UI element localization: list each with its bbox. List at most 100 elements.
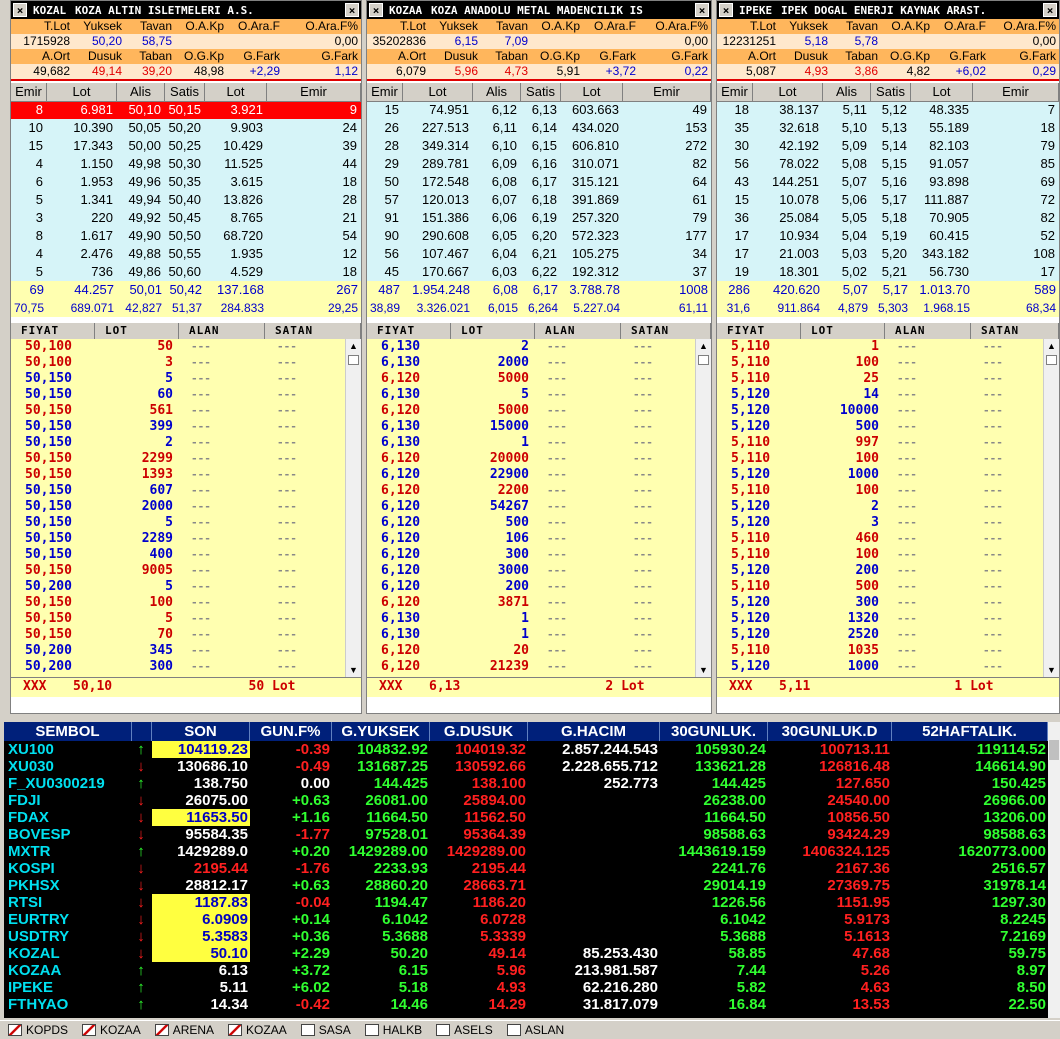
market-symbol[interactable]: FTHYAO: [4, 996, 132, 1013]
orderbook-column-header[interactable]: Lot: [911, 83, 973, 102]
orderbook-column-header[interactable]: Satis: [521, 83, 561, 102]
market-row[interactable]: EURTRY ↓ 6.0909 +0.14 6.1042 6.0728 6.1042 5.91…: [4, 911, 1048, 928]
trades-scrollbar[interactable]: ▲ ▼: [1043, 339, 1059, 677]
orderbook-row[interactable]: 8 6.981 50,10 50,15 3.921 9: [11, 101, 361, 119]
orderbook-row[interactable]: 57 120.013 6,07 6,18 391.869 61: [367, 191, 711, 209]
market-symbol[interactable]: F_XU0300219: [4, 775, 132, 792]
orderbook-row[interactable]: 90 290.608 6,05 6,20 572.323 177: [367, 227, 711, 245]
scroll-up-icon[interactable]: ▲: [346, 339, 361, 353]
market-symbol[interactable]: KOZAA: [4, 962, 132, 979]
close-icon[interactable]: ×: [695, 3, 709, 17]
market-row[interactable]: KOZAA ↑ 6.13 +3.72 6.15 5.96 213.981.587 7.44 5.…: [4, 962, 1048, 979]
market-symbol[interactable]: XU030: [4, 758, 132, 775]
close-icon[interactable]: ×: [719, 3, 733, 17]
orderbook-row[interactable]: 18 38.137 5,11 5,12 48.335 7: [717, 101, 1059, 119]
market-row[interactable]: XU030 ↓ 130686.10 -0.49 131687.25 130592.66 2.…: [4, 758, 1048, 775]
market-symbol[interactable]: MXTR: [4, 843, 132, 860]
orderbook-column-header[interactable]: Emir: [623, 83, 711, 102]
close-icon[interactable]: ×: [345, 3, 359, 17]
orderbook-column-header[interactable]: Alis: [823, 83, 871, 102]
orderbook-row[interactable]: 4 1.150 49,98 50,30 11.525 44: [11, 155, 361, 173]
trades-scrollbar[interactable]: ▲ ▼: [345, 339, 361, 677]
orderbook-row[interactable]: 45 170.667 6,03 6,22 192.312 37: [367, 263, 711, 281]
close-icon[interactable]: ×: [13, 3, 27, 17]
market-row[interactable]: FDJI ↓ 26075.00 +0.63 26081.00 25894.00 26238.…: [4, 792, 1048, 809]
trades-column-header[interactable]: LOT: [451, 323, 535, 339]
orderbook-row[interactable]: 10 10.390 50,05 50,20 9.903 24: [11, 119, 361, 137]
orderbook-column-header[interactable]: Alis: [117, 83, 165, 102]
trades-column-header[interactable]: FIYAT: [11, 323, 95, 339]
trades-column-header[interactable]: ALAN: [535, 323, 621, 339]
orderbook-row[interactable]: 26 227.513 6,11 6,14 434.020 153: [367, 119, 711, 137]
taskbar-tab[interactable]: ASELS: [436, 1023, 499, 1037]
market-symbol[interactable]: EURTRY: [4, 911, 132, 928]
orderbook-row[interactable]: 56 107.467 6,04 6,21 105.275 34: [367, 245, 711, 263]
market-symbol[interactable]: RTSI: [4, 894, 132, 911]
market-row[interactable]: KOSPI ↓ 2195.44 -1.76 2233.93 2195.44 2241.76 2…: [4, 860, 1048, 877]
orderbook-row[interactable]: 30 42.192 5,09 5,14 82.103 79: [717, 137, 1059, 155]
trades-scrollbar[interactable]: ▲ ▼: [695, 339, 711, 677]
scroll-up-icon[interactable]: ▲: [696, 339, 711, 353]
orderbook-row[interactable]: 6 1.953 49,96 50,35 3.615 18: [11, 173, 361, 191]
market-column-header[interactable]: 30GUNLUK.: [660, 722, 768, 741]
market-row[interactable]: XU100 ↑ 104119.23 -0.39 104832.92 104019.32 2.…: [4, 741, 1048, 758]
orderbook-row[interactable]: 36 25.084 5,05 5,18 70.905 82: [717, 209, 1059, 227]
market-row[interactable]: PKHSX ↓ 28812.17 +0.63 28860.20 28663.71 29014…: [4, 877, 1048, 894]
market-column-header[interactable]: SEMBOL: [4, 722, 132, 741]
market-symbol[interactable]: KOZAL: [4, 945, 132, 962]
trades-column-header[interactable]: SATAN: [621, 323, 711, 339]
orderbook-column-header[interactable]: Lot: [753, 83, 823, 102]
orderbook-row[interactable]: 35 32.618 5,10 5,13 55.189 18: [717, 119, 1059, 137]
trades-column-header[interactable]: SATAN: [265, 323, 361, 339]
taskbar-tab[interactable]: SASA: [300, 1023, 357, 1037]
close-icon[interactable]: ×: [1043, 3, 1057, 17]
scroll-down-icon[interactable]: ▼: [696, 663, 711, 677]
trades-column-header[interactable]: SATAN: [971, 323, 1059, 339]
market-column-header[interactable]: G.DUSUK: [430, 722, 528, 741]
orderbook-column-header[interactable]: Satis: [871, 83, 911, 102]
orderbook-row[interactable]: 15 10.078 5,06 5,17 111.887 72: [717, 191, 1059, 209]
scroll-up-icon[interactable]: ▲: [1044, 339, 1059, 353]
market-row[interactable]: RTSI ↓ 1187.83 -0.04 1194.47 1186.20 1226.56 11…: [4, 894, 1048, 911]
scroll-down-icon[interactable]: ▼: [346, 663, 361, 677]
orderbook-row[interactable]: 8 1.617 49,90 50,50 68.720 54: [11, 227, 361, 245]
orderbook-row[interactable]: 5 1.341 49,94 50,40 13.826 28: [11, 191, 361, 209]
taskbar-tab[interactable]: HALKB: [364, 1023, 428, 1037]
orderbook-row[interactable]: 17 10.934 5,04 5,19 60.415 52: [717, 227, 1059, 245]
orderbook-column-header[interactable]: Emir: [267, 83, 361, 102]
orderbook-row[interactable]: 15 17.343 50,00 50,25 10.429 39: [11, 137, 361, 155]
market-row[interactable]: F_XU0300219 ↑ 138.750 0.00 144.425 138.100 252…: [4, 775, 1048, 792]
market-symbol[interactable]: XU100: [4, 741, 132, 758]
orderbook-row[interactable]: 50 172.548 6,08 6,17 315.121 64: [367, 173, 711, 191]
market-column-header[interactable]: 52HAFTALIK.: [892, 722, 1048, 741]
taskbar-tab[interactable]: KOPDS: [8, 1023, 74, 1037]
orderbook-row[interactable]: 19 18.301 5,02 5,21 56.730 17: [717, 263, 1059, 281]
scroll-thumb[interactable]: [698, 355, 709, 365]
orderbook-column-header[interactable]: Emir: [973, 83, 1059, 102]
orderbook-column-header[interactable]: Lot: [561, 83, 623, 102]
orderbook-column-header[interactable]: Alis: [473, 83, 521, 102]
market-symbol[interactable]: PKHSX: [4, 877, 132, 894]
orderbook-column-header[interactable]: Satis: [165, 83, 205, 102]
market-symbol[interactable]: KOSPI: [4, 860, 132, 877]
scroll-thumb[interactable]: [1046, 355, 1057, 365]
market-row[interactable]: FDAX ↓ 11653.50 +1.16 11664.50 11562.50 11664.…: [4, 809, 1048, 826]
market-symbol[interactable]: IPEKE: [4, 979, 132, 996]
trades-column-header[interactable]: LOT: [801, 323, 885, 339]
market-scrollbar[interactable]: [1048, 722, 1060, 1018]
market-row[interactable]: MXTR ↑ 1429289.0 +0.20 1429289.00 1429289.00 1…: [4, 843, 1048, 860]
taskbar-tab[interactable]: ASLAN: [506, 1023, 570, 1037]
market-column-header[interactable]: [132, 722, 152, 741]
close-icon[interactable]: ×: [369, 3, 383, 17]
orderbook-row[interactable]: 5 736 49,86 50,60 4.529 18: [11, 263, 361, 281]
market-column-header[interactable]: SON: [152, 722, 250, 741]
scroll-thumb[interactable]: [348, 355, 359, 365]
market-column-header[interactable]: G.YUKSEK: [332, 722, 430, 741]
taskbar-tab[interactable]: ARENA: [154, 1023, 220, 1037]
orderbook-row[interactable]: 4 2.476 49,88 50,55 1.935 12: [11, 245, 361, 263]
market-row[interactable]: KOZAL ↓ 50.10 +2.29 50.20 49.14 85.253.430 58.8…: [4, 945, 1048, 962]
trades-column-header[interactable]: ALAN: [885, 323, 971, 339]
orderbook-row[interactable]: 43 144.251 5,07 5,16 93.898 69: [717, 173, 1059, 191]
orderbook-row[interactable]: 15 74.951 6,12 6,13 603.663 49: [367, 101, 711, 119]
market-row[interactable]: IPEKE ↑ 5.11 +6.02 5.18 4.93 62.216.280 5.82 4.6…: [4, 979, 1048, 996]
